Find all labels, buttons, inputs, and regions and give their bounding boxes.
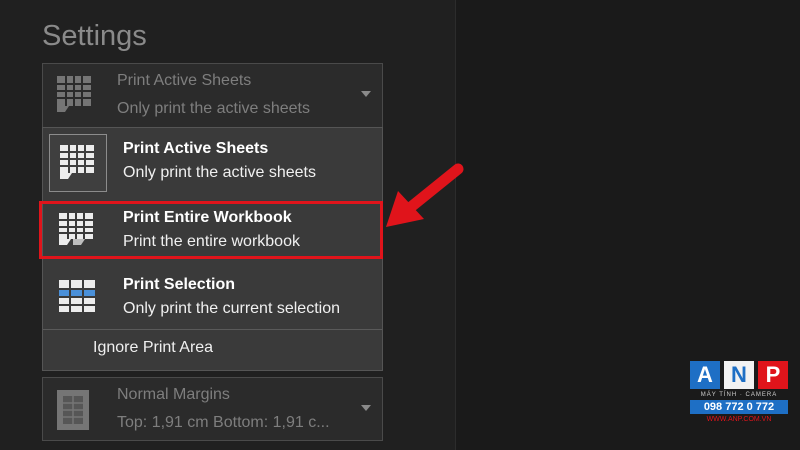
menu-item-desc: Only print the active sheets (123, 164, 316, 181)
margins-title: Normal Margins (117, 386, 230, 403)
margins-desc: Top: 1,91 cm Bottom: 1,91 c... (117, 414, 330, 431)
anp-logo: A N P MÁY TÍNH · CAMERA 098 772 0 772 WW… (690, 361, 788, 435)
red-arrow-icon (386, 163, 464, 227)
menu-item-print-selection[interactable]: Print Selection Only print the current s… (43, 264, 382, 330)
logo-letter: N (724, 361, 754, 389)
settings-heading: Settings (42, 20, 147, 52)
ignore-print-area-option[interactable]: Ignore Print Area (93, 339, 213, 357)
selection-icon (49, 270, 105, 326)
menu-item-print-active-sheets[interactable]: Print Active Sheets Only print the activ… (43, 128, 382, 194)
menu-item-title: Print Active Sheets (123, 140, 269, 157)
selected-option-title: Print Active Sheets (117, 72, 252, 89)
margins-dropdown[interactable]: Normal Margins Top: 1,91 cm Bottom: 1,91… (42, 377, 383, 441)
selected-option-desc: Only print the active sheets (117, 100, 310, 117)
menu-item-title: Print Selection (123, 276, 236, 293)
logo-url: WWW.ANP.COM.VN (706, 416, 772, 423)
margins-icon (53, 388, 93, 437)
active-sheets-icon (49, 134, 107, 192)
highlight-box (39, 201, 383, 259)
chevron-down-icon[interactable] (361, 91, 371, 97)
logo-letter: A (690, 361, 720, 389)
sheet-grid-icon (53, 74, 97, 121)
menu-item-desc: Only print the current selection (123, 300, 340, 317)
logo-letter: P (758, 361, 788, 389)
menu-divider (43, 329, 382, 330)
print-what-dropdown[interactable]: Print Active Sheets Only print the activ… (42, 63, 383, 129)
chevron-down-icon[interactable] (361, 405, 371, 411)
logo-phone: 098 772 0 772 (690, 400, 788, 414)
logo-subtitle: MÁY TÍNH · CAMERA (700, 392, 778, 398)
